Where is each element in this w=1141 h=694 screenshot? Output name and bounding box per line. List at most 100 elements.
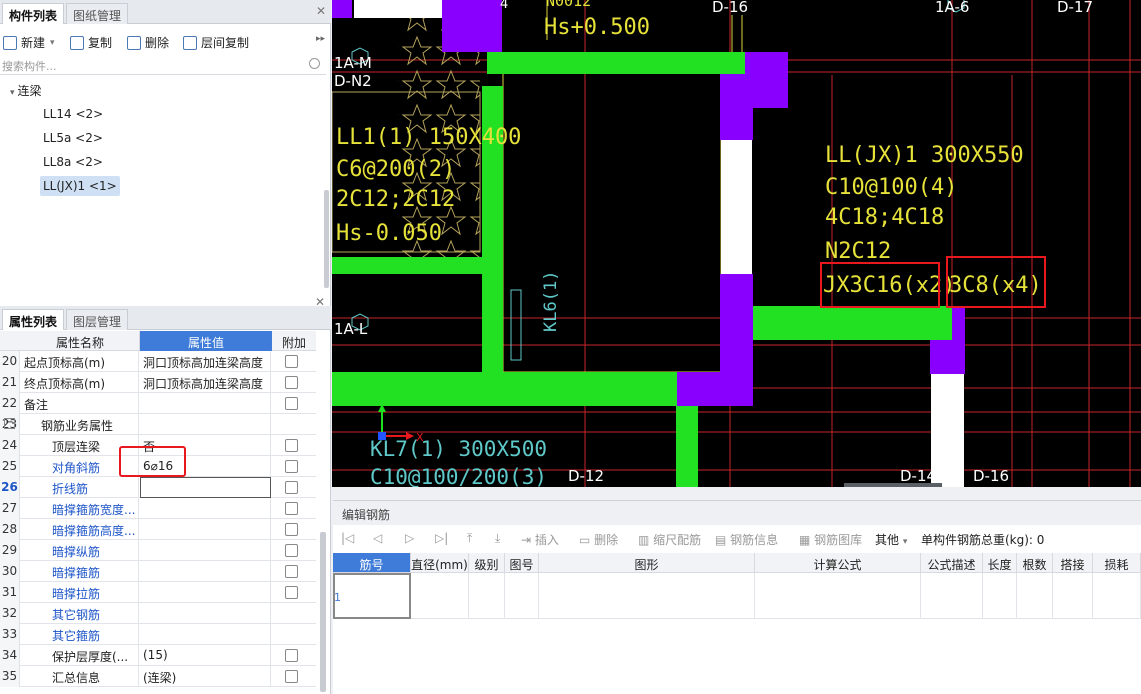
property-value[interactable]	[140, 393, 271, 414]
column-header[interactable]: 损耗	[1093, 553, 1141, 573]
extra-checkbox[interactable]	[285, 460, 298, 473]
tree-item-selected[interactable]: LL(JX)1 <1>	[40, 176, 120, 196]
property-row[interactable]: 23 钢筋业务属性 −	[0, 414, 316, 435]
other-menu[interactable]: 其他 ▾	[875, 531, 907, 548]
first-icon[interactable]: |◁	[341, 531, 354, 545]
tab-property-list[interactable]: 属性列表	[2, 309, 65, 330]
scale-rebar-button[interactable]: ▥ 缩尺配筋	[638, 531, 701, 548]
property-value[interactable]	[140, 603, 271, 624]
property-row[interactable]: 27 暗撑箍筋宽度...	[0, 498, 316, 519]
property-value[interactable]	[140, 624, 271, 645]
new-button[interactable]: 新建 ▾	[3, 34, 55, 51]
cad-scrollbar[interactable]	[844, 483, 942, 487]
delete-button[interactable]: 删除	[127, 34, 169, 51]
table-cell[interactable]	[755, 573, 921, 619]
property-row[interactable]: 22 备注	[0, 393, 316, 414]
expand-icon[interactable]: ▾	[10, 88, 15, 98]
table-cell[interactable]	[505, 573, 539, 619]
property-row[interactable]: 31 暗撑拉筋	[0, 582, 316, 603]
property-row[interactable]: 32 其它钢筋	[0, 603, 316, 624]
table-cell[interactable]	[921, 573, 983, 619]
rebar-library-button[interactable]: ▦ 钢筋图库	[799, 531, 862, 548]
extra-checkbox[interactable]	[285, 523, 298, 536]
table-cell[interactable]	[469, 573, 505, 619]
property-row[interactable]: 29 暗撑纵筋	[0, 540, 316, 561]
column-header[interactable]: 长度	[983, 553, 1017, 573]
chevron-down-icon[interactable]: ▾	[50, 38, 55, 48]
extra-checkbox[interactable]	[285, 670, 298, 683]
property-value[interactable]	[140, 582, 271, 603]
property-row[interactable]: 21 终点顶标高(m) 洞口顶标高加连梁高度	[0, 372, 316, 393]
property-scrollbar[interactable]	[320, 532, 326, 692]
property-value[interactable]: 洞口顶标高加连梁高度	[140, 351, 271, 372]
cad-viewport[interactable]: KL6(1) Hs+0.500 N0012 LL1(1) 150X400 C6@…	[332, 0, 1141, 487]
collapse-icon[interactable]: −	[4, 418, 15, 429]
column-header[interactable]: 直径(mm)	[411, 553, 469, 573]
property-row[interactable]: 34 保护层厚度(... (15)	[0, 645, 316, 666]
tree-scrollbar[interactable]	[324, 190, 329, 288]
rebar-info-button[interactable]: ▤ 钢筋信息	[715, 531, 778, 548]
property-value[interactable]	[140, 519, 271, 540]
column-header[interactable]: 图号	[505, 553, 539, 573]
insert-button[interactable]: ⇥ 插入	[521, 531, 559, 548]
prev-icon[interactable]: ◁	[373, 531, 382, 545]
extra-checkbox[interactable]	[285, 649, 298, 662]
property-row[interactable]: 30 暗撑箍筋	[0, 561, 316, 582]
column-header[interactable]: 筋号	[333, 553, 411, 573]
tree-item[interactable]: LL14 <2>	[40, 104, 106, 124]
column-header[interactable]: 搭接	[1053, 553, 1093, 573]
more-icon[interactable]: ▸▸	[316, 34, 325, 44]
extra-checkbox[interactable]	[285, 586, 298, 599]
column-header[interactable]: 计算公式	[755, 553, 921, 573]
property-value[interactable]: (15)	[140, 645, 271, 666]
extra-checkbox[interactable]	[285, 502, 298, 515]
close-icon[interactable]: ✕	[316, 4, 326, 18]
property-row[interactable]: 35 汇总信息 (连梁)	[0, 666, 316, 687]
property-value[interactable]: 洞口顶标高加连梁高度	[140, 372, 271, 393]
table-cell[interactable]	[539, 573, 755, 619]
column-header[interactable]: 图形	[539, 553, 755, 573]
extra-checkbox[interactable]	[285, 544, 298, 557]
table-cell[interactable]	[411, 573, 469, 619]
property-value[interactable]	[140, 477, 271, 498]
property-value[interactable]	[140, 414, 271, 435]
next-icon[interactable]: ▷	[405, 531, 414, 545]
property-value[interactable]	[140, 561, 271, 582]
tab-component-list[interactable]: 构件列表	[2, 3, 65, 24]
move-down-icon[interactable]: ⤓	[495, 531, 500, 546]
table-cell[interactable]	[1017, 573, 1053, 619]
search-icon[interactable]	[309, 58, 320, 69]
last-icon[interactable]: ▷|	[435, 531, 448, 545]
property-value[interactable]: (连梁)	[140, 666, 271, 687]
extra-checkbox[interactable]	[285, 397, 298, 410]
close-icon[interactable]: ✕	[315, 295, 325, 309]
table-cell[interactable]	[1053, 573, 1093, 619]
floor-copy-button[interactable]: 层间复制	[183, 34, 249, 51]
extra-checkbox[interactable]	[285, 481, 298, 494]
tree-root-lianliang[interactable]: ▾ 连梁	[10, 82, 42, 99]
property-row[interactable]: 26 折线筋	[0, 477, 316, 498]
tab-drawing-management[interactable]: 图纸管理	[66, 3, 129, 24]
table-cell[interactable]	[1093, 573, 1141, 619]
tree-item[interactable]: LL8a <2>	[40, 152, 106, 172]
search-input[interactable]: 搜索构件...	[0, 55, 326, 75]
column-header[interactable]: 根数	[1017, 553, 1053, 573]
property-row[interactable]: 33 其它箍筋	[0, 624, 316, 645]
table-cell[interactable]	[983, 573, 1017, 619]
property-value[interactable]	[140, 540, 271, 561]
copy-button[interactable]: 复制	[70, 34, 112, 51]
move-up-icon[interactable]: ⤒	[467, 531, 472, 546]
extra-checkbox[interactable]	[285, 355, 298, 368]
extra-checkbox[interactable]	[285, 565, 298, 578]
column-header[interactable]: 公式描述	[921, 553, 983, 573]
column-header[interactable]: 级别	[469, 553, 505, 573]
tab-layer-management[interactable]: 图层管理	[66, 309, 129, 330]
property-row[interactable]: 28 暗撑箍筋高度...	[0, 519, 316, 540]
delete-button[interactable]: ▭ 删除	[579, 531, 618, 548]
property-row[interactable]: 20 起点顶标高(m) 洞口顶标高加连梁高度	[0, 351, 316, 372]
extra-checkbox[interactable]	[285, 376, 298, 389]
table-cell[interactable]	[333, 573, 411, 619]
extra-checkbox[interactable]	[285, 439, 298, 452]
property-value[interactable]	[140, 498, 271, 519]
tree-item[interactable]: LL5a <2>	[40, 128, 106, 148]
